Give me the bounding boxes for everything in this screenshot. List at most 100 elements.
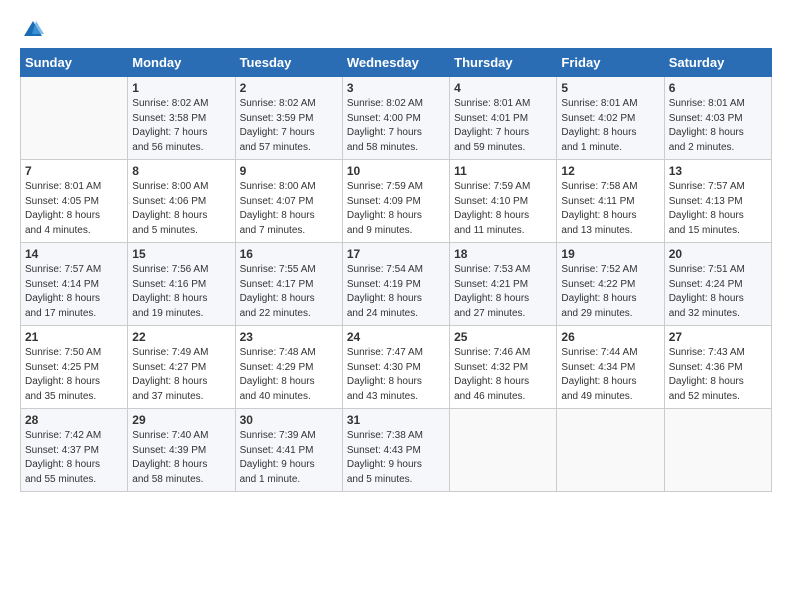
day-info: Sunrise: 8:01 AM Sunset: 4:05 PM Dayligh… <box>25 180 123 238</box>
calendar-cell: 1 Sunrise: 8:02 AM Sunset: 3:58 PM Daylig… <box>128 77 235 160</box>
calendar-week-row: 28Sunrise: 7:42 AM Sunset: 4:37 PM Dayli… <box>21 409 772 492</box>
column-header-friday: Friday <box>557 49 664 77</box>
day-info: Sunrise: 8:02 AM Sunset: 3:59 PM Dayligh… <box>240 97 338 155</box>
day-info: Sunrise: 8:02 AM Sunset: 3:58 PM Dayligh… <box>132 97 230 155</box>
column-header-tuesday: Tuesday <box>235 49 342 77</box>
day-number: 10 <box>347 164 445 178</box>
day-number: 11 <box>454 164 552 178</box>
day-info: Sunrise: 7:46 AM Sunset: 4:32 PM Dayligh… <box>454 346 552 404</box>
column-header-monday: Monday <box>128 49 235 77</box>
day-info: Sunrise: 8:01 AM Sunset: 4:03 PM Dayligh… <box>669 97 767 155</box>
day-info: Sunrise: 7:38 AM Sunset: 4:43 PM Dayligh… <box>347 429 445 487</box>
calendar-cell: 28Sunrise: 7:42 AM Sunset: 4:37 PM Dayli… <box>21 409 128 492</box>
day-number: 26 <box>561 330 659 344</box>
calendar-week-row: 14 Sunrise: 7:57 AM Sunset: 4:14 PM Dayli… <box>21 243 772 326</box>
day-number: 8 <box>132 164 230 178</box>
day-info: Sunrise: 7:57 AM Sunset: 4:13 PM Dayligh… <box>669 180 767 238</box>
column-header-sunday: Sunday <box>21 49 128 77</box>
day-number: 4 <box>454 81 552 95</box>
calendar-week-row: 21 Sunrise: 7:50 AM Sunset: 4:25 PM Dayli… <box>21 326 772 409</box>
calendar-cell: 27 Sunrise: 7:43 AM Sunset: 4:36 PM Dayli… <box>664 326 771 409</box>
calendar-cell: 2 Sunrise: 8:02 AM Sunset: 3:59 PM Daylig… <box>235 77 342 160</box>
day-info: Sunrise: 7:53 AM Sunset: 4:21 PM Dayligh… <box>454 263 552 321</box>
day-number: 19 <box>561 247 659 261</box>
page: SundayMondayTuesdayWednesdayThursdayFrid… <box>0 0 792 502</box>
calendar-cell: 11 Sunrise: 7:59 AM Sunset: 4:10 PM Dayli… <box>450 160 557 243</box>
day-number: 22 <box>132 330 230 344</box>
day-number: 9 <box>240 164 338 178</box>
calendar-cell: 22Sunrise: 7:49 AM Sunset: 4:27 PM Dayli… <box>128 326 235 409</box>
day-number: 23 <box>240 330 338 344</box>
day-info: Sunrise: 7:59 AM Sunset: 4:09 PM Dayligh… <box>347 180 445 238</box>
calendar-cell: 31 Sunrise: 7:38 AM Sunset: 4:43 PM Dayli… <box>342 409 449 492</box>
calendar-cell <box>664 409 771 492</box>
day-number: 1 <box>132 81 230 95</box>
day-number: 18 <box>454 247 552 261</box>
column-header-wednesday: Wednesday <box>342 49 449 77</box>
day-number: 15 <box>132 247 230 261</box>
calendar-cell: 19 Sunrise: 7:52 AM Sunset: 4:22 PM Dayli… <box>557 243 664 326</box>
day-number: 29 <box>132 413 230 427</box>
day-info: Sunrise: 8:00 AM Sunset: 4:07 PM Dayligh… <box>240 180 338 238</box>
day-number: 20 <box>669 247 767 261</box>
day-number: 27 <box>669 330 767 344</box>
day-info: Sunrise: 7:43 AM Sunset: 4:36 PM Dayligh… <box>669 346 767 404</box>
day-info: Sunrise: 7:47 AM Sunset: 4:30 PM Dayligh… <box>347 346 445 404</box>
calendar-cell: 12 Sunrise: 7:58 AM Sunset: 4:11 PM Dayli… <box>557 160 664 243</box>
day-info: Sunrise: 8:01 AM Sunset: 4:02 PM Dayligh… <box>561 97 659 155</box>
day-info: Sunrise: 7:52 AM Sunset: 4:22 PM Dayligh… <box>561 263 659 321</box>
calendar-cell: 4 Sunrise: 8:01 AM Sunset: 4:01 PM Daylig… <box>450 77 557 160</box>
day-number: 16 <box>240 247 338 261</box>
day-info: Sunrise: 8:01 AM Sunset: 4:01 PM Dayligh… <box>454 97 552 155</box>
calendar-cell: 29 Sunrise: 7:40 AM Sunset: 4:39 PM Dayli… <box>128 409 235 492</box>
header <box>20 18 772 40</box>
calendar-cell: 18 Sunrise: 7:53 AM Sunset: 4:21 PM Dayli… <box>450 243 557 326</box>
calendar-cell: 23Sunrise: 7:48 AM Sunset: 4:29 PM Dayli… <box>235 326 342 409</box>
calendar-cell: 20 Sunrise: 7:51 AM Sunset: 4:24 PM Dayli… <box>664 243 771 326</box>
day-number: 7 <box>25 164 123 178</box>
day-info: Sunrise: 7:59 AM Sunset: 4:10 PM Dayligh… <box>454 180 552 238</box>
calendar-cell: 21 Sunrise: 7:50 AM Sunset: 4:25 PM Dayli… <box>21 326 128 409</box>
calendar-cell: 9 Sunrise: 8:00 AM Sunset: 4:07 PM Daylig… <box>235 160 342 243</box>
logo-icon <box>22 18 44 40</box>
day-info: Sunrise: 7:40 AM Sunset: 4:39 PM Dayligh… <box>132 429 230 487</box>
calendar-cell: 25 Sunrise: 7:46 AM Sunset: 4:32 PM Dayli… <box>450 326 557 409</box>
day-number: 25 <box>454 330 552 344</box>
calendar-week-row: 1 Sunrise: 8:02 AM Sunset: 3:58 PM Daylig… <box>21 77 772 160</box>
day-info: Sunrise: 7:51 AM Sunset: 4:24 PM Dayligh… <box>669 263 767 321</box>
calendar-cell <box>557 409 664 492</box>
day-number: 21 <box>25 330 123 344</box>
logo <box>20 18 44 40</box>
day-number: 13 <box>669 164 767 178</box>
day-info: Sunrise: 7:50 AM Sunset: 4:25 PM Dayligh… <box>25 346 123 404</box>
day-info: Sunrise: 7:57 AM Sunset: 4:14 PM Dayligh… <box>25 263 123 321</box>
day-number: 6 <box>669 81 767 95</box>
calendar-header-row: SundayMondayTuesdayWednesdayThursdayFrid… <box>21 49 772 77</box>
day-info: Sunrise: 8:00 AM Sunset: 4:06 PM Dayligh… <box>132 180 230 238</box>
calendar-cell: 8 Sunrise: 8:00 AM Sunset: 4:06 PM Daylig… <box>128 160 235 243</box>
calendar-cell: 6 Sunrise: 8:01 AM Sunset: 4:03 PM Daylig… <box>664 77 771 160</box>
day-number: 5 <box>561 81 659 95</box>
calendar-cell: 30Sunrise: 7:39 AM Sunset: 4:41 PM Dayli… <box>235 409 342 492</box>
calendar-cell: 17Sunrise: 7:54 AM Sunset: 4:19 PM Dayli… <box>342 243 449 326</box>
day-number: 30 <box>240 413 338 427</box>
column-header-saturday: Saturday <box>664 49 771 77</box>
calendar-week-row: 7 Sunrise: 8:01 AM Sunset: 4:05 PM Daylig… <box>21 160 772 243</box>
calendar-cell: 24 Sunrise: 7:47 AM Sunset: 4:30 PM Dayli… <box>342 326 449 409</box>
day-number: 24 <box>347 330 445 344</box>
calendar-cell: 15Sunrise: 7:56 AM Sunset: 4:16 PM Dayli… <box>128 243 235 326</box>
day-number: 31 <box>347 413 445 427</box>
calendar-cell: 3Sunrise: 8:02 AM Sunset: 4:00 PM Daylig… <box>342 77 449 160</box>
calendar-cell <box>450 409 557 492</box>
day-number: 12 <box>561 164 659 178</box>
day-number: 2 <box>240 81 338 95</box>
day-info: Sunrise: 7:44 AM Sunset: 4:34 PM Dayligh… <box>561 346 659 404</box>
calendar-cell: 14 Sunrise: 7:57 AM Sunset: 4:14 PM Dayli… <box>21 243 128 326</box>
calendar-cell: 10 Sunrise: 7:59 AM Sunset: 4:09 PM Dayli… <box>342 160 449 243</box>
day-info: Sunrise: 7:54 AM Sunset: 4:19 PM Dayligh… <box>347 263 445 321</box>
calendar-cell: 5 Sunrise: 8:01 AM Sunset: 4:02 PM Daylig… <box>557 77 664 160</box>
day-info: Sunrise: 7:58 AM Sunset: 4:11 PM Dayligh… <box>561 180 659 238</box>
day-info: Sunrise: 7:55 AM Sunset: 4:17 PM Dayligh… <box>240 263 338 321</box>
day-number: 14 <box>25 247 123 261</box>
calendar-cell: 13 Sunrise: 7:57 AM Sunset: 4:13 PM Dayli… <box>664 160 771 243</box>
